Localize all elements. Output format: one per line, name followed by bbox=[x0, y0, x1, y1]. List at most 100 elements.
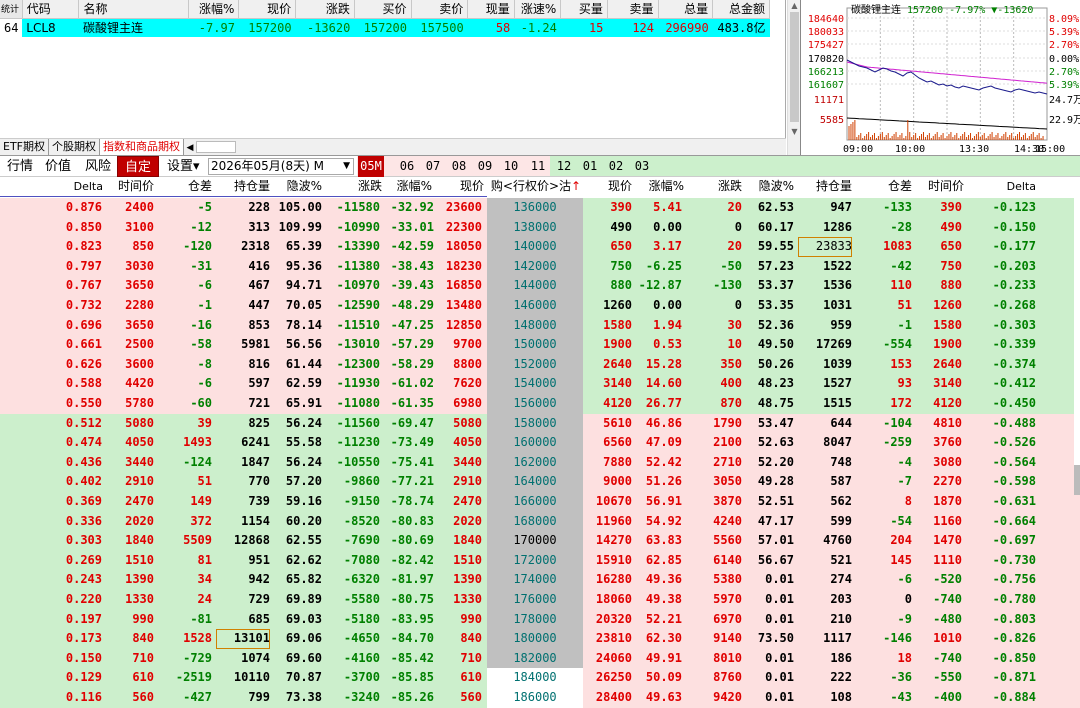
call-cell[interactable]: 2318 bbox=[216, 237, 270, 257]
option-row[interactable]: 0.173 840 1528 13101 69.06 -4650 -84.70 840 1800… bbox=[0, 629, 1080, 649]
call-cell[interactable]: 942 bbox=[216, 570, 270, 590]
put-cell[interactable]: 54.92 bbox=[634, 512, 682, 532]
call-cell[interactable]: -33.01 bbox=[382, 218, 434, 238]
call-cell[interactable]: 3650 bbox=[106, 276, 154, 296]
put-cell[interactable]: 521 bbox=[798, 551, 852, 571]
call-cell[interactable]: 1493 bbox=[160, 433, 212, 453]
call-cell[interactable]: 109.99 bbox=[274, 218, 322, 238]
put-cell[interactable]: 204 bbox=[856, 531, 912, 551]
expiry-select[interactable]: 2026年05月(8天) M ▼ bbox=[208, 158, 354, 175]
put-cell[interactable]: 0.01 bbox=[744, 610, 794, 630]
option-row[interactable]: 0.512 5080 39 825 56.24 -11560 -69.47 5080 15800… bbox=[0, 413, 1080, 434]
call-cell[interactable]: 7620 bbox=[436, 374, 482, 394]
strike-cell[interactable]: 184000 bbox=[487, 668, 583, 688]
put-cell[interactable]: -7 bbox=[856, 472, 912, 492]
put-cell[interactable]: 51.26 bbox=[634, 472, 682, 492]
put-cell[interactable]: -0.826 bbox=[980, 629, 1036, 649]
put-cell[interactable]: -0.884 bbox=[980, 688, 1036, 708]
call-cell[interactable]: -80.69 bbox=[382, 531, 434, 551]
quote-col-header[interactable]: 买价 bbox=[354, 0, 412, 19]
call-cell[interactable]: -82.42 bbox=[382, 551, 434, 571]
quote-col-header[interactable]: 涨速% bbox=[514, 0, 562, 19]
put-cell[interactable]: 2640 bbox=[586, 355, 632, 375]
call-cell[interactable]: 8800 bbox=[436, 355, 482, 375]
quote-col-header[interactable]: 涨幅% bbox=[188, 0, 240, 19]
put-cell[interactable]: 110 bbox=[856, 276, 912, 296]
call-cell[interactable]: 62.62 bbox=[274, 551, 322, 571]
put-cell[interactable]: 52.36 bbox=[744, 316, 794, 336]
put-cell[interactable]: 10670 bbox=[586, 492, 632, 512]
quote-col-header[interactable]: 统计 bbox=[0, 0, 23, 19]
call-cell[interactable]: 560 bbox=[436, 688, 482, 708]
call-cell[interactable]: 990 bbox=[106, 610, 154, 630]
quote-name[interactable]: 碳酸锂主连 bbox=[78, 18, 189, 37]
put-cell[interactable]: 562 bbox=[798, 492, 852, 512]
call-cell[interactable]: 24 bbox=[160, 590, 212, 610]
put-cell[interactable]: 15.28 bbox=[634, 355, 682, 375]
view-risk-button[interactable]: 风险 bbox=[80, 156, 116, 177]
call-cell[interactable]: 0.173 bbox=[48, 629, 102, 649]
put-cell[interactable]: -0.780 bbox=[980, 590, 1036, 610]
strike-cell[interactable]: 158000 bbox=[487, 414, 583, 434]
put-cell[interactable]: -6.25 bbox=[634, 257, 682, 277]
call-cell[interactable]: 55.58 bbox=[274, 433, 322, 453]
call-cell[interactable]: 2020 bbox=[436, 512, 482, 532]
call-cell[interactable]: -47.25 bbox=[382, 316, 434, 336]
call-cell[interactable]: 69.89 bbox=[274, 590, 322, 610]
option-row[interactable]: 0.732 2280 -1 447 70.05 -12590 -48.29 13480 1460… bbox=[0, 296, 1080, 316]
put-cell[interactable]: -520 bbox=[914, 570, 962, 590]
call-cell[interactable]: 610 bbox=[436, 668, 482, 688]
call-cell[interactable]: -32.92 bbox=[382, 198, 434, 218]
put-cell[interactable]: 2270 bbox=[914, 472, 962, 492]
call-cell[interactable]: 467 bbox=[216, 276, 270, 296]
put-cell[interactable]: 0.01 bbox=[744, 590, 794, 610]
put-col-header[interactable]: 涨幅% bbox=[640, 177, 684, 196]
put-cell[interactable]: -104 bbox=[856, 414, 912, 434]
put-cell[interactable]: -0.203 bbox=[980, 257, 1036, 277]
call-cell[interactable]: 5080 bbox=[436, 414, 482, 434]
call-cell[interactable]: 416 bbox=[216, 257, 270, 277]
call-cell[interactable]: -75.41 bbox=[382, 453, 434, 473]
put-cell[interactable]: 53.35 bbox=[744, 296, 794, 316]
call-cell[interactable]: -4650 bbox=[326, 629, 380, 649]
put-cell[interactable]: 20 bbox=[690, 237, 742, 257]
put-cell[interactable]: -400 bbox=[914, 688, 962, 708]
put-cell[interactable]: 350 bbox=[690, 355, 742, 375]
option-row[interactable]: 0.197 990 -81 685 69.03 -5180 -83.95 990 178000 2… bbox=[0, 609, 1080, 630]
call-cell[interactable]: -10550 bbox=[326, 453, 380, 473]
call-cell[interactable]: -6320 bbox=[326, 570, 380, 590]
call-cell[interactable]: -729 bbox=[160, 649, 212, 669]
month-tab[interactable]: 02 bbox=[605, 156, 627, 177]
put-cell[interactable]: 172 bbox=[856, 394, 912, 414]
put-cell[interactable]: 0.01 bbox=[744, 688, 794, 708]
option-row[interactable]: 0.336 2020 372 1154 60.20 -8520 -80.83 2020 1680… bbox=[0, 511, 1080, 532]
put-cell[interactable]: 0.01 bbox=[744, 570, 794, 590]
call-cell[interactable]: -11510 bbox=[326, 316, 380, 336]
call-cell[interactable]: 51 bbox=[160, 472, 212, 492]
call-cell[interactable]: -58.29 bbox=[382, 355, 434, 375]
put-cell[interactable]: 870 bbox=[690, 394, 742, 414]
put-cell[interactable]: 644 bbox=[798, 414, 852, 434]
quote-col-header[interactable]: 总金额 bbox=[712, 0, 770, 19]
put-cell[interactable]: -0.850 bbox=[980, 649, 1036, 669]
put-cell[interactable]: -740 bbox=[914, 649, 962, 669]
put-cell[interactable]: 93 bbox=[856, 374, 912, 394]
put-cell[interactable]: 11960 bbox=[586, 512, 632, 532]
call-cell[interactable]: 1074 bbox=[216, 649, 270, 669]
call-cell[interactable]: 228 bbox=[216, 198, 270, 218]
call-cell[interactable]: 0.823 bbox=[48, 237, 102, 257]
strike-cell[interactable]: 156000 bbox=[487, 394, 583, 414]
quote-col-header[interactable]: 现价 bbox=[238, 0, 297, 19]
call-cell[interactable]: -58 bbox=[160, 335, 212, 355]
option-row[interactable]: 0.550 5780 -60 721 65.91 -11080 -61.35 6980 1560… bbox=[0, 394, 1080, 414]
call-cell[interactable]: 22300 bbox=[436, 218, 482, 238]
call-cell[interactable]: 313 bbox=[216, 218, 270, 238]
put-cell[interactable]: 1.94 bbox=[634, 316, 682, 336]
put-cell[interactable]: 390 bbox=[914, 198, 962, 218]
put-cell[interactable]: 52.20 bbox=[744, 453, 794, 473]
option-row[interactable]: 0.116 560 -427 799 73.38 -3240 -85.26 560 186000… bbox=[0, 688, 1080, 708]
call-cell[interactable]: 1510 bbox=[436, 551, 482, 571]
view-custom-button[interactable]: 自定 bbox=[117, 156, 160, 177]
put-cell[interactable]: 1110 bbox=[914, 551, 962, 571]
put-cell[interactable]: 5560 bbox=[690, 531, 742, 551]
